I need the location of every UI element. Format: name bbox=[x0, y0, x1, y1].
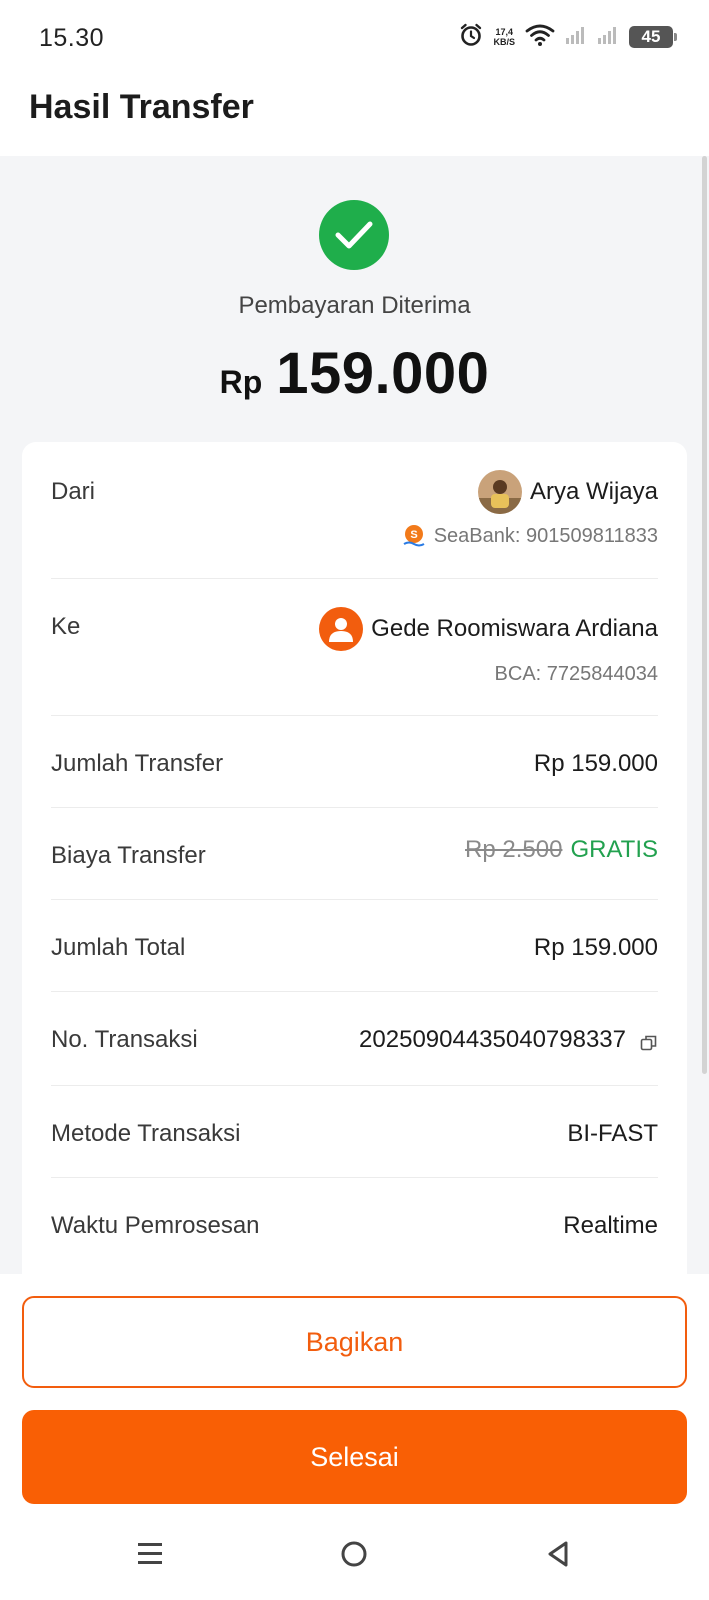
success-check-icon bbox=[319, 200, 389, 270]
wifi-icon bbox=[525, 23, 555, 52]
sender-name: Arya Wijaya bbox=[529, 478, 658, 505]
sender-account-text: SeaBank: 901509811833 bbox=[433, 524, 658, 547]
transaction-no-label: No. Transaksi bbox=[51, 1026, 198, 1053]
transfer-details-card: Dari Arya Wijaya S SeaBank: 901509811833… bbox=[22, 442, 687, 1274]
battery-indicator: 45 bbox=[629, 26, 677, 48]
svg-text:S: S bbox=[410, 529, 417, 541]
payment-amount: Rp 159.000 bbox=[0, 340, 709, 407]
net-speed-indicator: 17,4 KB/S bbox=[493, 27, 515, 47]
home-icon[interactable] bbox=[334, 1534, 374, 1574]
processing-time-label: Waktu Pemrosesan bbox=[51, 1212, 260, 1239]
detail-row-to: Ke Gede Roomiswara Ardiana BCA: 77258440… bbox=[51, 579, 658, 716]
amount-value: 159.000 bbox=[276, 341, 490, 406]
transfer-amount-label: Jumlah Transfer bbox=[51, 750, 224, 777]
done-button[interactable]: Selesai bbox=[22, 1410, 687, 1504]
method-label: Metode Transaksi bbox=[51, 1120, 241, 1147]
total-amount-value: Rp 159.000 bbox=[533, 934, 658, 961]
status-bar: 15.30 17,4 KB/S 45 bbox=[0, 0, 709, 78]
copy-icon[interactable] bbox=[640, 1031, 658, 1051]
net-speed-value: 17,4 bbox=[495, 27, 513, 37]
system-nav-bar bbox=[0, 1514, 709, 1600]
seabank-logo-icon: S bbox=[402, 524, 426, 548]
to-label: Ke bbox=[51, 613, 81, 640]
back-icon[interactable] bbox=[538, 1534, 578, 1574]
detail-row-method: Metode Transaksi BI-FAST bbox=[51, 1086, 658, 1178]
method-value: BI-FAST bbox=[567, 1120, 658, 1147]
person-icon bbox=[319, 607, 364, 651]
share-button[interactable]: Bagikan bbox=[22, 1296, 687, 1388]
status-time: 15.30 bbox=[39, 24, 105, 52]
transfer-result-content[interactable]: Pembayaran Diterima Rp 159.000 Dari Arya … bbox=[0, 156, 709, 1274]
transfer-amount-value: Rp 159.000 bbox=[533, 750, 658, 777]
app-header: Hasil Transfer bbox=[0, 78, 709, 156]
status-icons: 17,4 KB/S 45 bbox=[459, 22, 677, 52]
recipient-name: Gede Roomiswara Ardiana bbox=[371, 615, 658, 642]
original-fee: Rp 2.500 bbox=[465, 836, 563, 863]
transaction-no-text: 20250904435040798337 bbox=[359, 1026, 626, 1053]
processing-time-value: Realtime bbox=[563, 1212, 658, 1239]
transfer-fee-label: Biaya Transfer bbox=[51, 842, 206, 869]
detail-row-from: Dari Arya Wijaya S SeaBank: 901509811833 bbox=[51, 442, 658, 579]
payment-status-text: Pembayaran Diterima bbox=[238, 292, 471, 319]
from-label: Dari bbox=[51, 478, 96, 505]
recent-apps-icon[interactable] bbox=[130, 1534, 170, 1574]
detail-row-total-amount: Jumlah Total Rp 159.000 bbox=[51, 900, 658, 992]
alarm-icon bbox=[459, 23, 483, 52]
detail-row-processing-time: Waktu Pemrosesan Realtime bbox=[51, 1178, 658, 1270]
detail-row-transaction-no: No. Transaksi 20250904435040798337 bbox=[51, 992, 658, 1086]
page-title: Hasil Transfer bbox=[29, 88, 254, 126]
sender-avatar bbox=[477, 470, 522, 514]
recipient-account: BCA: 7725844034 bbox=[494, 663, 658, 685]
transfer-fee-value: Rp 2.500 GRATIS bbox=[465, 836, 658, 864]
to-recipient: Gede Roomiswara Ardiana bbox=[319, 607, 658, 651]
sender-account: S SeaBank: 901509811833 bbox=[402, 524, 658, 548]
amount-currency: Rp bbox=[219, 364, 263, 400]
from-sender: Arya Wijaya bbox=[477, 470, 658, 514]
bottom-actions: Bagikan Selesai bbox=[0, 1274, 709, 1514]
transaction-no-value[interactable]: 20250904435040798337 bbox=[359, 1026, 658, 1054]
detail-row-transfer-amount: Jumlah Transfer Rp 159.000 bbox=[51, 716, 658, 808]
free-fee-badge: GRATIS bbox=[570, 836, 658, 863]
net-speed-unit: KB/S bbox=[493, 37, 515, 47]
total-amount-label: Jumlah Total bbox=[51, 934, 186, 961]
detail-row-transfer-fee: Biaya Transfer Rp 2.500 GRATIS bbox=[51, 808, 658, 900]
signal-icon-sim2 bbox=[597, 25, 619, 50]
signal-icon-sim1 bbox=[565, 25, 587, 50]
